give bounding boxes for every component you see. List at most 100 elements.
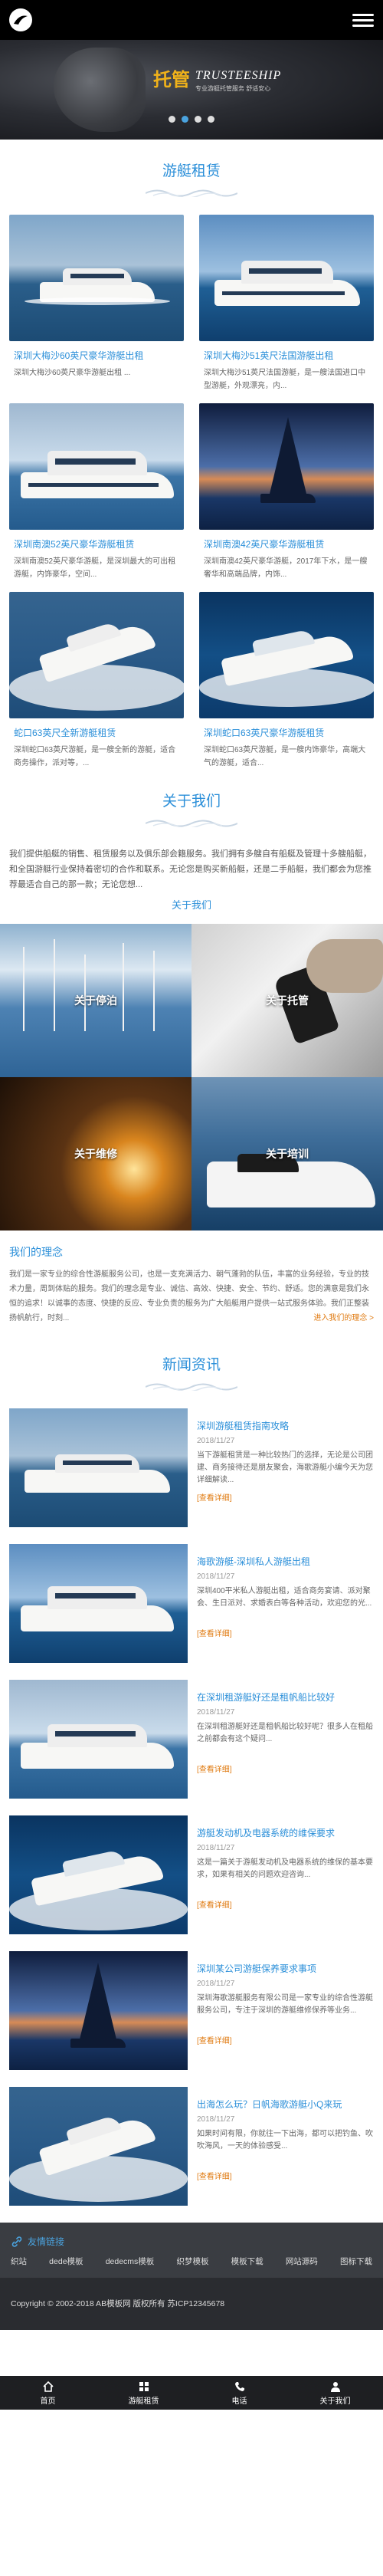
news-date: 2018/11/27 — [197, 1708, 235, 1717]
news-image — [9, 1680, 188, 1799]
tile-training[interactable]: 关于培训 — [192, 1077, 383, 1230]
banner-pagination — [169, 116, 214, 123]
news-item[interactable]: 深圳游艇租赁指南攻略 2018/11/27 当下游艇租赁是一种比较热门的选择，无… — [9, 1408, 374, 1527]
product-card[interactable]: 深圳南澳42英尺豪华游艇租赁 深圳南澳42英尺豪华游艇，2017年下水，是一艘奢… — [199, 403, 374, 581]
nav-rental[interactable]: 游艇租赁 — [96, 2376, 192, 2410]
product-desc: 深圳南澳52英尺豪华游艇，是深圳最大的可出租游艇，内饰豪华，空间... — [14, 557, 176, 579]
product-image — [199, 215, 374, 341]
news-more-link[interactable]: [查看详细] — [197, 1898, 374, 1910]
logo-icon[interactable] — [9, 8, 32, 31]
tile-label: 关于托管 — [266, 994, 309, 1007]
news-title: 出海怎么玩？日帆海歌游艇小Q来玩 — [197, 2099, 342, 2110]
phone-icon — [234, 2381, 244, 2391]
product-desc: 深圳大梅沙51英尺法国游艇，是一艘法国进口中型游艇，外观漂亮，内... — [204, 369, 366, 390]
news-more-link[interactable]: [查看详细] — [197, 2034, 374, 2045]
news-image — [9, 1815, 188, 1934]
news-item[interactable]: 在深圳租游艇好还是租帆船比较好 2018/11/27 在深圳租游艇好还是租帆船比… — [9, 1680, 374, 1799]
news-image — [9, 1544, 188, 1663]
menu-icon[interactable] — [352, 9, 374, 31]
section-title: 新闻资讯 — [162, 1357, 221, 1373]
news-title: 游艇发动机及电器系统的维保要求 — [197, 1828, 336, 1838]
news-summary: 深圳海歌游艇服务有限公司是一家专业的综合性游艇服务公司，专注于深圳的游艇维修保养… — [197, 1994, 373, 2015]
about-more-link[interactable]: 关于我们 — [0, 897, 383, 912]
banner-dot[interactable] — [182, 116, 188, 123]
product-image — [9, 403, 184, 530]
friend-link[interactable]: 模板下载 — [231, 2256, 264, 2267]
news-summary: 在深圳租游艇好还是租帆船比较好呢？很多人在租船之前都会有这个疑问... — [197, 1723, 373, 1743]
bottom-nav: 首页 游艇租赁 电话 关于我们 — [0, 2376, 383, 2410]
tile-label: 关于停泊 — [74, 994, 117, 1007]
nav-home[interactable]: 首页 — [0, 2376, 96, 2410]
news-more-link[interactable]: [查看详细] — [197, 1763, 374, 1774]
product-grid: 深圳大梅沙60英尺豪华游艇出租 深圳大梅沙60英尺豪华游艇出租 ... 深圳大梅… — [0, 201, 383, 770]
friend-links-title: 友情链接 — [28, 2236, 65, 2247]
news-title: 深圳游艇租赁指南攻略 — [197, 1421, 290, 1431]
product-card[interactable]: 蛇口63英尺全新游艇租赁 深圳蛇口63英尺游艇，是一艘全新的游艇，适合商务操作，… — [9, 592, 184, 770]
nav-label: 游艇租赁 — [128, 2397, 159, 2406]
news-item[interactable]: 游艇发动机及电器系统的维保要求 2018/11/27 这是一篇关于游艇发动机及电… — [9, 1815, 374, 1934]
news-more-link[interactable]: [查看详细] — [197, 1627, 374, 1638]
news-item[interactable]: 海歌游艇-深圳私人游艇出租 2018/11/27 深圳400平米私人游艇出租，适… — [9, 1544, 374, 1663]
news-summary: 当下游艇租赁是一种比较热门的选择，无论是公司团建、商务接待还是朋友聚会，海歌游艇… — [197, 1451, 373, 1484]
wave-divider-icon — [145, 820, 238, 829]
product-image — [9, 592, 184, 718]
news-section-header: 新闻资讯 — [0, 1322, 383, 1395]
user-icon — [330, 2381, 340, 2392]
section-title: 游艇租赁 — [162, 163, 221, 179]
banner-title-cn: 托管 — [153, 70, 190, 90]
friend-link[interactable]: 织站 — [11, 2256, 27, 2267]
news-title: 在深圳租游艇好还是租帆船比较好 — [197, 1692, 336, 1703]
news-date: 2018/11/27 — [197, 1437, 235, 1445]
product-card[interactable]: 深圳大梅沙51英尺法国游艇出租 深圳大梅沙51英尺法国游艇，是一艘法国进口中型游… — [199, 215, 374, 393]
friend-links: 友情链接 织站 dede模板 dedecms模板 织梦模板 模板下载 网站源码 … — [0, 2223, 383, 2278]
news-summary: 这是一篇关于游艇发动机及电器系统的维保的基本要求，如果有相关的问题欢迎咨询... — [197, 1858, 373, 1879]
friend-links-header: 友情链接 — [11, 2235, 372, 2248]
news-date: 2018/11/27 — [197, 1572, 235, 1581]
news-item[interactable]: 出海怎么玩？日帆海歌游艇小Q来玩 2018/11/27 如果时间有限，你就往一下… — [9, 2087, 374, 2206]
tile-trusteeship[interactable]: 关于托管 — [192, 924, 383, 1077]
about-tiles: 关于停泊 关于托管 关于维修 关于培训 — [0, 924, 383, 1230]
news-image — [9, 2087, 188, 2206]
friend-links-row: 织站 dede模板 dedecms模板 织梦模板 模板下载 网站源码 图标下载 — [11, 2256, 372, 2267]
product-card[interactable]: 深圳大梅沙60英尺豪华游艇出租 深圳大梅沙60英尺豪华游艇出租 ... — [9, 215, 184, 393]
friend-link[interactable]: dedecms模板 — [106, 2256, 155, 2267]
friend-link[interactable]: 网站源码 — [286, 2256, 318, 2267]
news-summary: 如果时间有限，你就往一下出海，都可以把钓鱼、吹吹海风，一天的体验感受... — [197, 2130, 373, 2150]
news-title: 深圳某公司游艇保养要求事项 — [197, 1963, 317, 1974]
nav-label: 关于我们 — [319, 2397, 351, 2406]
banner-dot[interactable] — [208, 116, 214, 123]
product-name: 深圳大梅沙51英尺法国游艇出租 — [204, 350, 334, 361]
banner-dot[interactable] — [195, 116, 201, 123]
nav-about[interactable]: 关于我们 — [287, 2376, 383, 2410]
banner-dot[interactable] — [169, 116, 175, 123]
product-desc: 深圳蛇口63英尺游艇，是一艘内饰豪华，高端大气的游艇，适合... — [204, 746, 366, 767]
news-item[interactable]: 深圳某公司游艇保养要求事项 2018/11/27 深圳海歌游艇服务有限公司是一家… — [9, 1951, 374, 2070]
news-more-link[interactable]: [查看详细] — [197, 2170, 374, 2181]
news-summary: 深圳400平米私人游艇出租，适合商务宴请、派对聚会、生日派对、求婚表白等各种活动… — [197, 1587, 372, 1608]
tile-label: 关于培训 — [266, 1148, 309, 1160]
news-more-link[interactable]: [查看详细] — [197, 1491, 374, 1503]
home-icon — [42, 2380, 54, 2392]
banner-subtitle: 专业游艇托管服务 舒适安心 — [195, 85, 271, 92]
top-bar — [0, 0, 383, 40]
product-desc: 深圳蛇口63英尺游艇，是一艘全新的游艇，适合商务操作，派对等，... — [14, 746, 176, 767]
product-card[interactable]: 深圳南澳52英尺豪华游艇租赁 深圳南澳52英尺豪华游艇，是深圳最大的可出租游艇，… — [9, 403, 184, 581]
tile-label: 关于维修 — [74, 1148, 117, 1160]
tile-repair[interactable]: 关于维修 — [0, 1077, 192, 1230]
tile-mooring[interactable]: 关于停泊 — [0, 924, 192, 1077]
friend-link[interactable]: dede模板 — [49, 2256, 83, 2267]
banner-hand-image — [54, 48, 146, 132]
news-image — [9, 1951, 188, 2070]
product-image — [199, 592, 374, 718]
friend-link[interactable]: 图标下载 — [340, 2256, 372, 2267]
news-date: 2018/11/27 — [197, 2115, 235, 2124]
section-title: 关于我们 — [162, 794, 221, 810]
idea-title: 我们的理念 — [9, 1246, 63, 1258]
news-image — [9, 1408, 188, 1527]
friend-link[interactable]: 织梦模板 — [176, 2256, 208, 2267]
product-card[interactable]: 深圳蛇口63英尺豪华游艇租赁 深圳蛇口63英尺游艇，是一艘内饰豪华，高端大气的游… — [199, 592, 374, 770]
news-title: 海歌游艇-深圳私人游艇出租 — [197, 1556, 310, 1567]
wave-divider-icon — [145, 189, 238, 199]
about-text: 我们提供船艇的销售、租赁服务以及俱乐部会籍服务。我们拥有多艘自有船艇及管理十多艘… — [9, 849, 372, 889]
nav-phone[interactable]: 电话 — [192, 2376, 287, 2410]
